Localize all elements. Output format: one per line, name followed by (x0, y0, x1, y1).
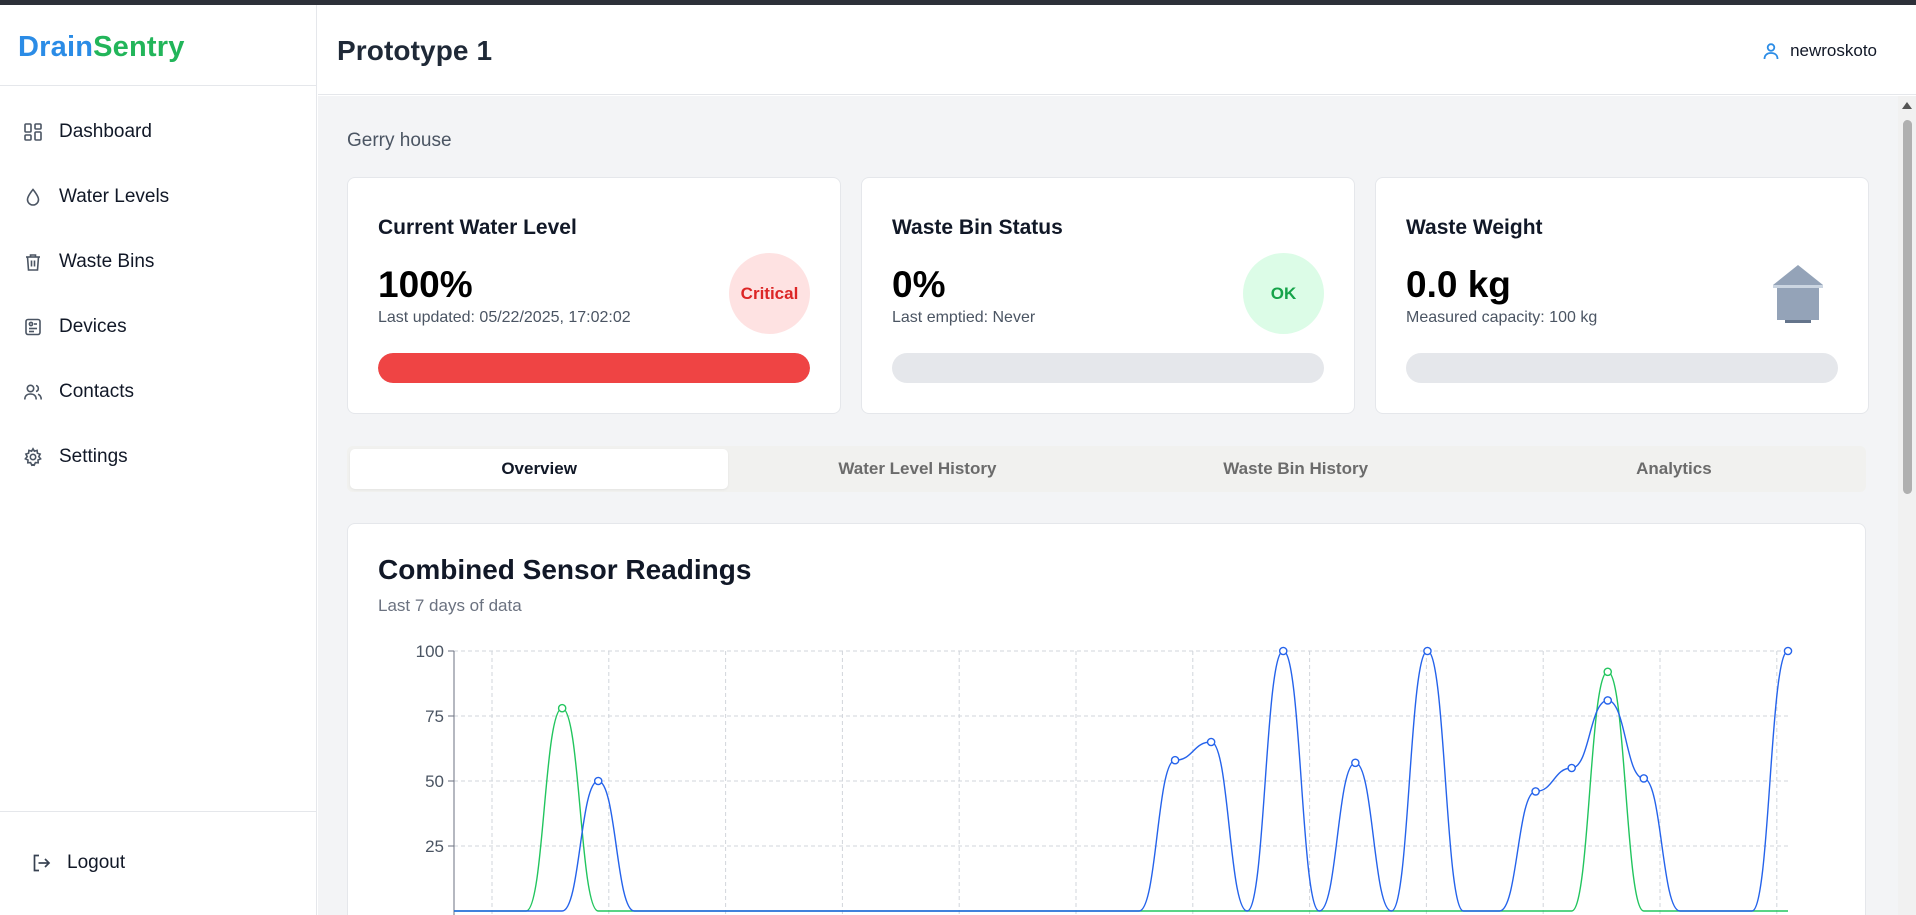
chart-title: Combined Sensor Readings (378, 554, 752, 585)
dashboard-icon (23, 122, 43, 142)
y-tick-label: 75 (425, 707, 444, 726)
tab-bar: Overview Water Level History Waste Bin H… (347, 446, 1866, 492)
data-point (1639, 774, 1649, 783)
logout-icon (33, 854, 51, 872)
scroll-up-arrow[interactable] (1902, 102, 1912, 109)
y-tick-label: 50 (425, 772, 444, 791)
y-tick-label: 100 (416, 642, 444, 661)
sidebar-item-label: Contacts (59, 380, 134, 402)
waste-bin-card: Waste Bin Status 0% Last emptied: Never … (861, 177, 1355, 414)
gear-icon (23, 446, 43, 467)
sidebar-item-water-levels[interactable]: Water Levels (0, 164, 316, 229)
data-point (1783, 646, 1793, 656)
brand-logo[interactable]: DrainSentry (0, 5, 316, 86)
status-badge-ok: OK (1243, 253, 1324, 334)
location-label: Gerry house (347, 130, 452, 151)
tab-overview[interactable]: Overview (350, 449, 729, 489)
data-point (1278, 646, 1288, 656)
data-point (1351, 758, 1360, 768)
card-title: Waste Weight (1406, 216, 1543, 239)
series-line (453, 671, 1788, 912)
waste-weight-value: 0.0 kg (1406, 264, 1511, 305)
data-point (1170, 755, 1180, 765)
water-level-card: Current Water Level 100% Last updated: 0… (347, 177, 841, 414)
tab-analytics[interactable]: Analytics (1485, 449, 1863, 489)
tab-waste-bin-history[interactable]: Waste Bin History (1107, 449, 1485, 489)
user-menu[interactable]: newroskoto (1762, 41, 1877, 61)
sidebar-item-label: Settings (59, 445, 128, 467)
status-badge-critical: Critical (729, 253, 810, 334)
measured-capacity-text: Measured capacity: 100 kg (1406, 309, 1598, 326)
main-scrollbar[interactable] (1898, 96, 1916, 915)
device-icon (23, 317, 43, 337)
sidebar-footer: Logout (0, 811, 316, 915)
water-level-progress-fill (378, 353, 810, 383)
sidebar-item-settings[interactable]: Settings (0, 424, 316, 489)
brand-logo-part1: Drain (18, 31, 94, 63)
droplet-icon (23, 187, 43, 207)
sidebar-item-dashboard[interactable]: Dashboard (0, 99, 316, 164)
water-level-value: 100% (378, 264, 473, 305)
username: newroskoto (1790, 41, 1877, 60)
sidebar-item-label: Water Levels (59, 185, 170, 207)
chart-grid (454, 650, 1788, 915)
logout-label: Logout (67, 852, 126, 873)
sidebar-item-label: Waste Bins (59, 250, 155, 272)
tab-water-level-history[interactable]: Water Level History (728, 449, 1106, 489)
logout-button[interactable]: Logout (30, 852, 125, 874)
card-title: Waste Bin Status (892, 216, 1063, 239)
data-point (593, 776, 603, 786)
top-header: Prototype 1 newroskoto (318, 5, 1916, 95)
chart-subtitle: Last 7 days of data (378, 596, 522, 615)
sidebar-item-devices[interactable]: Devices (0, 294, 316, 359)
waste-weight-progress (1406, 353, 1838, 383)
main-content: Gerry house Current Water Level 100% Las… (318, 96, 1898, 915)
sidebar-item-label: Dashboard (59, 120, 152, 142)
card-title: Current Water Level (378, 216, 577, 239)
data-point (1206, 737, 1216, 747)
page-title: Prototype 1 (337, 35, 493, 66)
sidebar-item-contacts[interactable]: Contacts (0, 359, 316, 424)
waste-bin-value: 0% (892, 264, 946, 305)
sidebar-item-waste-bins[interactable]: Waste Bins (0, 229, 316, 294)
data-point (557, 703, 567, 713)
combined-sensor-chart-card: 100 75 50 25 Combined Sensor Readings Last … (347, 523, 1866, 915)
waste-bin-progress (892, 353, 1324, 383)
data-point (1531, 787, 1540, 796)
trash-icon (23, 252, 43, 272)
sidebar-item-label: Devices (59, 315, 127, 337)
water-level-progress (378, 353, 810, 383)
scroll-thumb[interactable] (1903, 120, 1912, 494)
data-point (1603, 667, 1613, 677)
data-point (1567, 763, 1576, 773)
user-icon (1763, 43, 1779, 60)
data-point (1423, 646, 1432, 656)
last-emptied-text: Last emptied: Never (892, 309, 1036, 326)
brand-logo-part2: Sentry (93, 31, 185, 63)
house-icon (1773, 265, 1823, 323)
users-icon (23, 382, 43, 402)
last-updated-text: Last updated: 05/22/2025, 17:02:02 (378, 309, 631, 326)
sidebar: DrainSentry Dashboard Water Levels Waste… (0, 5, 317, 915)
data-point (1603, 696, 1613, 705)
waste-weight-card: Waste Weight 0.0 kg Measured capacity: 1… (1375, 177, 1869, 414)
sidebar-nav: Dashboard Water Levels Waste Bins Device… (0, 86, 316, 489)
y-tick-label: 25 (425, 837, 444, 856)
